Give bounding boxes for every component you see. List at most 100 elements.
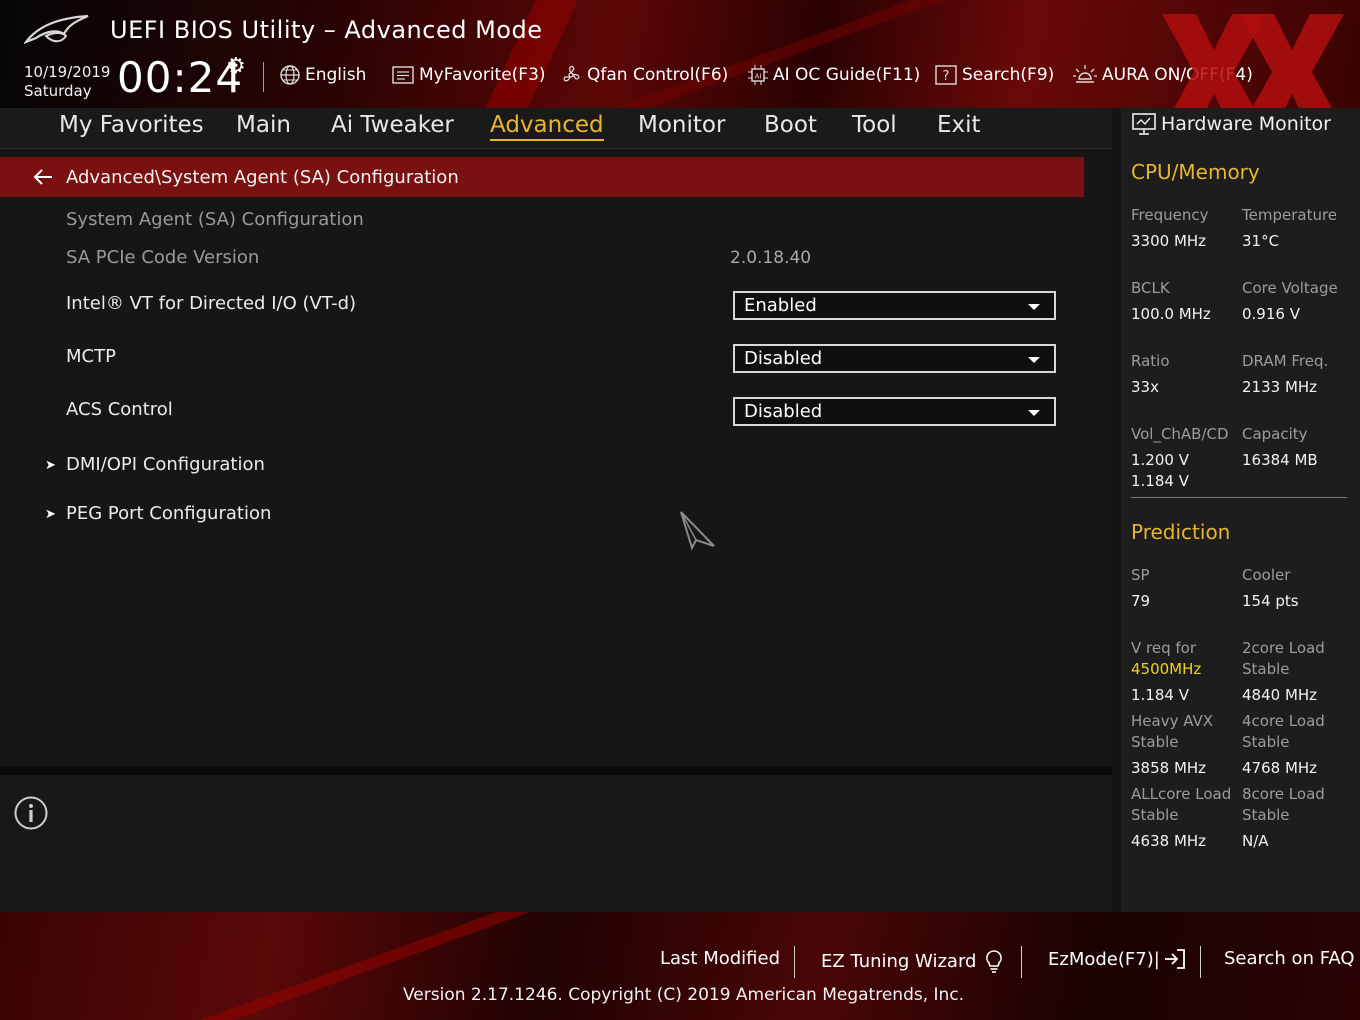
tab-my-favorites[interactable]: My Favorites xyxy=(59,112,204,138)
rog-logo-icon xyxy=(24,14,89,44)
last-modified-button[interactable]: Last Modified xyxy=(660,948,780,969)
peg-port-config-link[interactable]: PEG Port Configuration xyxy=(66,503,271,524)
search-button[interactable]: ? Search(F9) xyxy=(934,62,1054,88)
tab-tool[interactable]: Tool xyxy=(852,112,897,138)
info-icon xyxy=(14,796,48,830)
aura-label: AURA ON/OFF(F4) xyxy=(1102,65,1253,85)
ratio-value: 33x xyxy=(1131,378,1159,396)
core2-label-1: 2core Load xyxy=(1242,639,1325,657)
cooler-label: Cooler xyxy=(1242,566,1291,584)
acs-control-label[interactable]: ACS Control xyxy=(66,399,173,420)
core8-label-1: 8core Load xyxy=(1242,785,1325,803)
favorite-list-icon xyxy=(391,65,415,85)
ezmode-label: EzMode(F7)| xyxy=(1048,948,1160,970)
acs-selected-value: Disabled xyxy=(744,401,823,422)
avx-value: 3858 MHz xyxy=(1131,759,1207,777)
dropdown-caret-icon xyxy=(1028,304,1040,310)
tab-ai-tweaker[interactable]: Ai Tweaker xyxy=(331,112,454,138)
footer-divider xyxy=(1200,946,1201,978)
bclk-label: BCLK xyxy=(1131,279,1170,297)
frequency-value: 3300 MHz xyxy=(1131,232,1207,250)
acs-control-select[interactable]: Disabled xyxy=(733,397,1056,426)
core2-label-2: Stable xyxy=(1242,660,1290,678)
mouse-pointer-icon xyxy=(680,511,715,551)
capacity-value: 16384 MB xyxy=(1242,451,1318,469)
main-panel: Advanced\System Agent (SA) Configuration… xyxy=(0,149,1112,766)
ai-oc-label: AI OC Guide(F11) xyxy=(773,65,921,85)
bottom-footer: Last Modified EZ Tuning Wizard EzMode(F7… xyxy=(0,912,1360,1020)
temperature-value: 31°C xyxy=(1242,232,1280,250)
aura-toggle-button[interactable]: AURA ON/OFF(F4) xyxy=(1072,62,1253,88)
hardware-monitor-title: Hardware Monitor xyxy=(1131,112,1331,136)
sp-label: SP xyxy=(1131,566,1150,584)
capacity-label: Capacity xyxy=(1242,425,1308,443)
prediction-heading: Prediction xyxy=(1131,520,1231,544)
avx-label-1: Heavy AVX xyxy=(1131,712,1214,730)
back-arrow-icon[interactable] xyxy=(32,166,54,188)
footer-divider xyxy=(794,946,795,978)
qfan-control-button[interactable]: Qfan Control(F6) xyxy=(559,62,728,88)
ai-chip-icon: AI xyxy=(747,64,769,86)
chevron-right-icon: ➤ xyxy=(45,458,56,473)
tab-advanced[interactable]: Advanced xyxy=(490,112,604,141)
pcie-version-value: 2.0.18.40 xyxy=(730,248,812,268)
mctp-select[interactable]: Disabled xyxy=(733,344,1056,373)
vreq-freq: 4500MHz xyxy=(1131,660,1202,678)
bclk-value: 100.0 MHz xyxy=(1131,305,1211,323)
vtd-label[interactable]: Intel® VT for Directed I/O (VT-d) xyxy=(66,293,356,314)
version-copyright: Version 2.17.1246. Copyright (C) 2019 Am… xyxy=(403,985,965,1005)
app-title: UEFI BIOS Utility – Advanced Mode xyxy=(110,16,543,44)
monitor-icon xyxy=(1131,112,1157,136)
footer-divider xyxy=(1021,946,1022,978)
date-text: 10/19/2019 xyxy=(24,63,111,81)
core4-value: 4768 MHz xyxy=(1242,759,1318,777)
dmi-opi-config-link[interactable]: DMI/OPI Configuration xyxy=(66,454,265,475)
panel-divider xyxy=(0,766,1112,775)
vol-chcd-value: 1.184 V xyxy=(1131,472,1189,490)
date-display[interactable]: 10/19/2019 Saturday xyxy=(24,63,110,101)
my-favorite-button[interactable]: MyFavorite(F3) xyxy=(391,62,546,88)
gear-icon[interactable]: ⚙ xyxy=(226,54,246,79)
hardware-monitor-panel: Hardware Monitor CPU/Memory Frequency Te… xyxy=(1121,108,1360,912)
dram-freq-value: 2133 MHz xyxy=(1242,378,1318,396)
mctp-label[interactable]: MCTP xyxy=(66,346,116,367)
ai-oc-guide-button[interactable]: AI AI OC Guide(F11) xyxy=(747,62,920,88)
ez-tuning-label: EZ Tuning Wizard xyxy=(821,950,977,972)
tab-exit[interactable]: Exit xyxy=(937,112,981,138)
lightbulb-icon xyxy=(982,948,1006,974)
watermark-xx-logo xyxy=(1162,14,1344,108)
allcore-value: 4638 MHz xyxy=(1131,832,1207,850)
core4-label-1: 4core Load xyxy=(1242,712,1325,730)
vtd-select[interactable]: Enabled xyxy=(733,291,1056,320)
top-header: UEFI BIOS Utility – Advanced Mode 10/19/… xyxy=(0,0,1360,108)
vol-chab-value: 1.200 V xyxy=(1131,451,1189,469)
help-info-pane xyxy=(0,775,1112,912)
frequency-label: Frequency xyxy=(1131,206,1209,224)
language-button[interactable]: English xyxy=(279,62,366,88)
my-favorite-label: MyFavorite(F3) xyxy=(419,65,546,85)
search-help-icon: ? xyxy=(934,64,958,86)
sp-value: 79 xyxy=(1131,592,1151,610)
breadcrumb: Advanced\System Agent (SA) Configuration xyxy=(0,157,1084,197)
search-label: Search(F9) xyxy=(962,65,1055,85)
core8-label-2: Stable xyxy=(1242,806,1290,824)
tab-monitor[interactable]: Monitor xyxy=(638,112,725,138)
tab-boot[interactable]: Boot xyxy=(764,112,817,138)
day-text: Saturday xyxy=(24,82,92,100)
ezmode-button[interactable]: EzMode(F7)| xyxy=(1048,948,1187,970)
header-divider xyxy=(263,62,264,92)
clock-display[interactable]: 00:24 xyxy=(117,53,243,103)
exit-arrow-icon xyxy=(1163,948,1187,970)
ez-tuning-wizard-button[interactable]: EZ Tuning Wizard xyxy=(821,948,1006,974)
core-voltage-label: Core Voltage xyxy=(1242,279,1338,297)
core8-value: N/A xyxy=(1242,832,1269,850)
core4-label-2: Stable xyxy=(1242,733,1290,751)
vtd-selected-value: Enabled xyxy=(744,295,817,316)
cooler-value: 154 pts xyxy=(1242,592,1299,610)
svg-text:?: ? xyxy=(943,69,950,84)
tab-main[interactable]: Main xyxy=(236,112,291,138)
hardware-monitor-label: Hardware Monitor xyxy=(1161,113,1331,135)
search-faq-button[interactable]: Search on FAQ xyxy=(1224,948,1355,969)
svg-text:AI: AI xyxy=(755,73,762,81)
vreq-value: 1.184 V xyxy=(1131,686,1189,704)
